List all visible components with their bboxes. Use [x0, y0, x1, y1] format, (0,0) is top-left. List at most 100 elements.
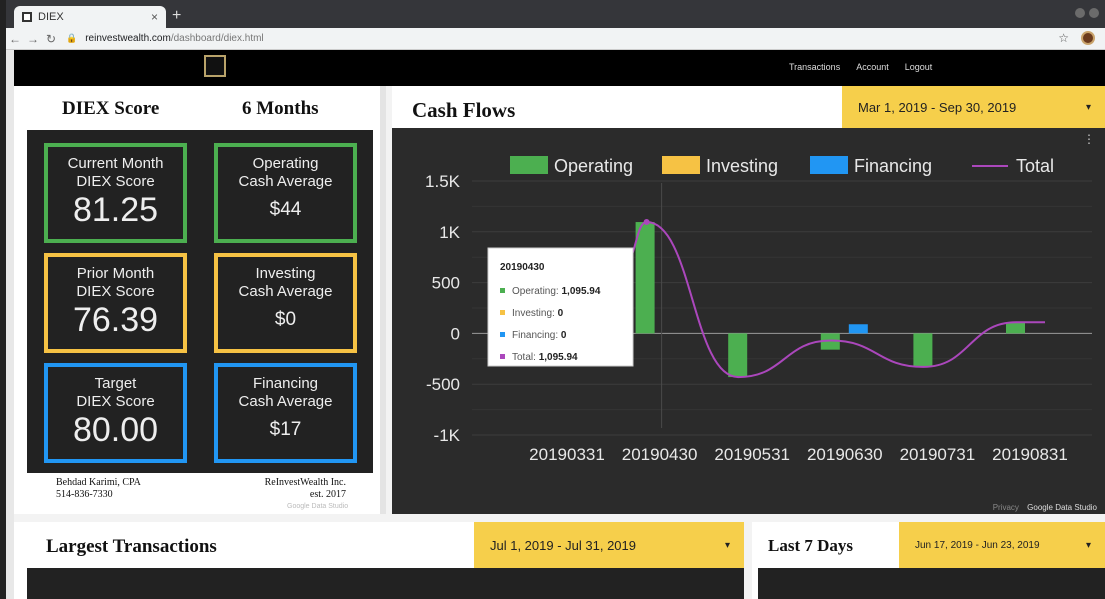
date-range-text: Mar 1, 2019 - Sep 30, 2019 — [858, 99, 1017, 115]
investing-cash-card: Investing Cash Average $0 — [214, 253, 357, 353]
x-tick-label: 20190831 — [992, 445, 1068, 464]
tooltip-row: Operating: 1,095.94 — [512, 286, 601, 297]
cash-flows-heading: Cash Flows — [412, 98, 516, 122]
lock-icon: 🔒 — [66, 33, 78, 43]
gds-watermark: Google Data Studio — [287, 503, 349, 510]
operating-bar — [913, 333, 933, 367]
date-range-text: Jun 17, 2019 - Jun 23, 2019 — [915, 539, 1040, 551]
bookmark-star-icon[interactable]: ☆ — [1058, 31, 1069, 45]
x-tick-label: 20190430 — [622, 445, 698, 464]
url-host: reinvestwealth.com — [85, 33, 171, 44]
close-window-icon[interactable] — [1089, 8, 1099, 18]
last-7-days-heading: Last 7 Days — [768, 536, 854, 555]
y-tick-label: 0 — [451, 324, 460, 343]
company-est: est. 2017 — [309, 489, 346, 500]
target-diex-card: Target DIEX Score 80.00 — [44, 363, 187, 463]
total-line — [624, 221, 1045, 379]
card-value: $0 — [274, 309, 297, 330]
chart-footer: Privacy Google Data Studio — [993, 503, 1097, 512]
tooltip-row: Financing: 0 — [512, 330, 567, 341]
nav-link-account[interactable]: Account — [856, 62, 889, 72]
y-tick-label: 1.5K — [425, 172, 461, 191]
y-tick-label: 500 — [432, 274, 460, 293]
tab-title: DIEX — [38, 11, 64, 23]
more-options-icon[interactable]: ⋮ — [1083, 132, 1095, 146]
card-label-line1: Prior Month — [76, 265, 155, 282]
operating-bar — [635, 222, 655, 334]
operating-cash-card: Operating Cash Average $44 — [214, 143, 357, 243]
legend-label-investing: Investing — [706, 156, 778, 176]
back-icon[interactable]: ← — [6, 32, 24, 46]
tooltip-row: Investing: 0 — [512, 308, 564, 319]
tooltip-value: 0 — [561, 330, 567, 341]
url-field[interactable]: reinvestwealth.com/dashboard/diex.html — [85, 33, 263, 44]
transactions-date-picker[interactable]: Jul 1, 2019 - Jul 31, 2019 ▾ — [474, 522, 744, 568]
card-label-line2: DIEX Score — [76, 173, 155, 190]
card-value: $17 — [269, 419, 302, 440]
x-tick-label: 20190331 — [529, 445, 605, 464]
y-tick-label: -500 — [426, 375, 460, 394]
nav-link-transactions[interactable]: Transactions — [789, 62, 840, 72]
legend-label-total: Total — [1016, 156, 1054, 176]
address-bar-actions: ☆ — [1058, 31, 1095, 45]
y-tick-label: 1K — [439, 223, 460, 242]
prior-month-diex-card: Prior Month DIEX Score 76.39 — [44, 253, 187, 353]
current-month-diex-card: Current Month DIEX Score 81.25 — [44, 143, 187, 243]
largest-transactions-panel: Largest Transactions Jul 1, 2019 - Jul 3… — [14, 522, 744, 599]
chart-area: ⋮ 1.5K 1K 500 0 -500 -1K 20190331 20190430 20190… — [392, 128, 1105, 514]
reload-icon[interactable]: ↻ — [42, 32, 60, 46]
card-value: $44 — [269, 199, 302, 220]
dropdown-caret-icon: ▾ — [1085, 101, 1091, 113]
site-logo[interactable] — [204, 55, 226, 77]
app-header: Transactions Account Logout — [14, 50, 1105, 86]
browser-tab[interactable]: DIEX × — [14, 6, 166, 28]
company-name: ReInvestWealth Inc. — [264, 477, 346, 488]
new-tab-button[interactable]: + — [172, 7, 181, 25]
x-tick-label: 20190630 — [807, 445, 883, 464]
tooltip-swatch — [500, 310, 505, 315]
largest-transactions-heading: Largest Transactions — [46, 536, 217, 557]
nav-link-logout[interactable]: Logout — [905, 62, 933, 72]
tooltip-swatch — [500, 288, 505, 293]
diex-cards-container: Current Month DIEX Score 81.25 Operating C… — [27, 130, 373, 473]
legend-swatch-financing — [810, 156, 848, 174]
window-controls — [1075, 8, 1099, 18]
diex-score-panel: DIEX Score 6 Months Current Month DIEX Sc… — [14, 86, 386, 514]
legend-label-operating: Operating — [554, 156, 633, 176]
forward-icon[interactable]: → — [24, 32, 42, 46]
operating-bar — [1006, 322, 1025, 334]
tooltip-label: Investing: — [512, 308, 558, 319]
last-7-days-panel: Last 7 Days Jun 17, 2019 - Jun 23, 2019 … — [752, 522, 1105, 599]
minimize-icon[interactable] — [1075, 8, 1085, 18]
card-label-line1: Current Month — [67, 155, 164, 172]
tab-close-icon[interactable]: × — [151, 10, 158, 24]
tooltip-row: Total: 1,095.94 — [512, 352, 578, 363]
card-value: 80.00 — [72, 411, 159, 449]
browser-window: DIEX × + ← → ↻ 🔒 reinvestwealth.com/dash… — [6, 0, 1105, 599]
privacy-link[interactable]: Privacy — [993, 503, 1019, 512]
tooltip-value: 1,095.94 — [561, 286, 600, 297]
cash-flows-chart: 1.5K 1K 500 0 -500 -1K 20190331 20190430 2019053… — [425, 156, 1092, 464]
x-tick-label: 20190731 — [900, 445, 976, 464]
last-7-days-content — [758, 568, 1105, 599]
financing-cash-card: Financing Cash Average $17 — [214, 363, 357, 463]
profile-avatar[interactable] — [1081, 31, 1095, 45]
dashboard: DIEX Score 6 Months Current Month DIEX Sc… — [14, 86, 1105, 599]
six-months-heading: 6 Months — [242, 98, 319, 119]
legend-swatch-investing — [662, 156, 700, 174]
tooltip-label: Total: — [512, 352, 539, 363]
card-label-line1: Investing — [255, 265, 316, 282]
main-nav: Transactions Account Logout — [789, 62, 932, 72]
url-path: /dashboard/diex.html — [170, 33, 264, 44]
dropdown-caret-icon: ▾ — [1085, 539, 1091, 551]
cash-flows-panel: Cash Flows Mar 1, 2019 - Sep 30, 2019 ▾ … — [392, 86, 1105, 514]
operating-bar — [728, 333, 748, 378]
diex-score-heading: DIEX Score — [62, 98, 160, 119]
transactions-table-area — [27, 568, 744, 599]
tab-strip: DIEX × + — [6, 0, 1105, 28]
tooltip-label: Operating: — [512, 286, 561, 297]
last-7-days-date-picker[interactable]: Jun 17, 2019 - Jun 23, 2019 ▾ — [899, 522, 1105, 568]
cash-flows-date-picker[interactable]: Mar 1, 2019 - Sep 30, 2019 ▾ — [842, 86, 1105, 128]
y-tick-label: -1K — [434, 426, 461, 445]
card-value: 81.25 — [72, 191, 159, 229]
